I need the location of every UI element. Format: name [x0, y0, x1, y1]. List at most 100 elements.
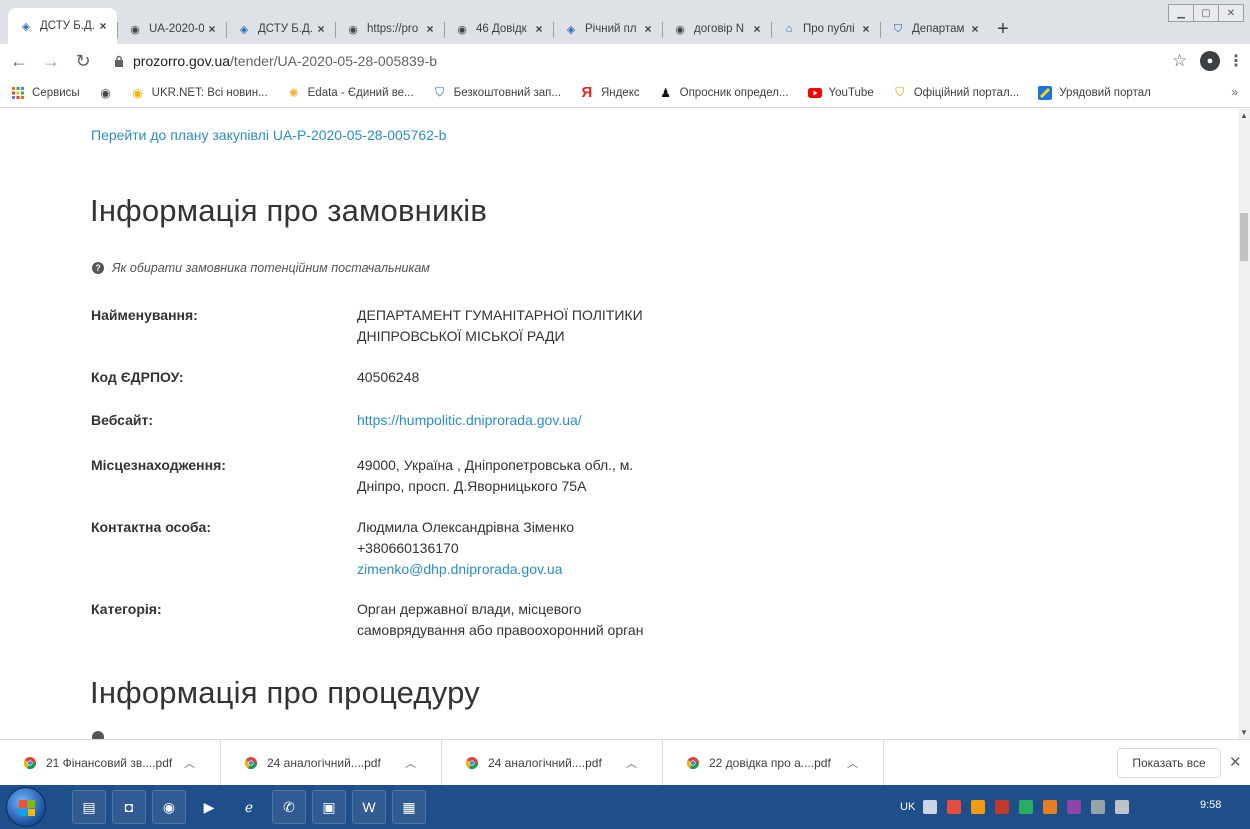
bookmark-edata[interactable]: ✺ Edata - Єдиний ве...	[286, 85, 414, 101]
row-label: Місцезнаходження:	[91, 457, 226, 473]
close-icon[interactable]: ×	[531, 22, 547, 36]
tab-3[interactable]: ◉ https://pro ×	[335, 14, 444, 44]
clock[interactable]: 9:58	[1200, 799, 1221, 811]
tab-title: 46 Довідк	[476, 23, 527, 35]
minimize-button[interactable]: ▁	[1168, 4, 1194, 22]
bookmark-globe[interactable]: ◉	[98, 85, 120, 101]
chrome-taskbar-icon[interactable]: ◉	[152, 790, 186, 824]
antivirus-icon[interactable]	[995, 800, 1010, 814]
window-close-button[interactable]: ✕	[1218, 4, 1244, 22]
bookmark-label: UKR.NET: Всі новин...	[151, 86, 268, 99]
media-player-icon[interactable]: ◘	[112, 790, 146, 824]
tab-2[interactable]: ◈ ДСТУ Б.Д.1 ×	[226, 14, 335, 44]
scroll-up-icon[interactable]: ▲	[1238, 111, 1250, 120]
close-icon[interactable]: ×	[204, 22, 220, 36]
chevron-up-icon[interactable]: ︿	[626, 755, 637, 771]
bookmark-label: Урядовий портал	[1059, 86, 1151, 99]
bookmark-star-icon[interactable]: ☆	[1172, 51, 1187, 71]
tab-4[interactable]: ◉ 46 Довідк ×	[444, 14, 553, 44]
back-icon[interactable]: ←	[6, 48, 32, 74]
menu-icon[interactable]: ⋮	[1228, 51, 1244, 71]
bookmark-yandex[interactable]: Я Яндекс	[579, 84, 640, 101]
chevron-up-icon[interactable]: ︿	[405, 755, 416, 771]
bookmark-services[interactable]: Сервисы	[10, 85, 80, 101]
ie-icon[interactable]: ℯ	[232, 790, 266, 824]
bookmark-ukrnet[interactable]: ◉ UKR.NET: Всі новин...	[130, 85, 268, 101]
scroll-down-icon[interactable]: ▼	[1238, 728, 1250, 737]
word-icon[interactable]: W	[352, 790, 386, 824]
app-grid-icon[interactable]: ▦	[392, 790, 426, 824]
volume-icon[interactable]	[1115, 800, 1130, 814]
bookmark-survey[interactable]: ♟ Опросник определ...	[658, 85, 788, 101]
more-bookmarks-icon[interactable]: »	[1231, 85, 1238, 99]
maximize-button[interactable]: ▢	[1193, 4, 1219, 22]
show-all-downloads-button[interactable]: Показать все	[1117, 748, 1221, 778]
close-icon[interactable]: ×	[858, 22, 874, 36]
window-controls: ▁ ▢ ✕	[1168, 4, 1244, 22]
close-icon[interactable]: ×	[967, 22, 983, 36]
row-value: Людмила Олександрівна Зіменко +380660136…	[357, 517, 697, 580]
bookmark-free-request[interactable]: ⛉ Безкоштовний зап...	[432, 85, 561, 101]
tab-title: https://pro	[367, 23, 419, 35]
explorer-icon[interactable]: ▤	[72, 790, 106, 824]
language-indicator[interactable]: UK	[900, 801, 915, 813]
tab-6[interactable]: ◉ договір N ×	[662, 14, 771, 44]
viber-icon[interactable]: ✆	[272, 790, 306, 824]
start-button[interactable]	[6, 787, 46, 827]
profile-avatar-icon[interactable]: ●	[1200, 51, 1220, 71]
tab-0[interactable]: ◈ ДСТУ Б.Д.1 ×	[8, 8, 117, 44]
scrollbar-thumb[interactable]	[1240, 213, 1248, 261]
close-icon[interactable]: ×	[749, 22, 765, 36]
page-scrollbar[interactable]: ▲ ▼	[1238, 109, 1250, 739]
system-tray: UK	[900, 785, 1250, 829]
forward-icon[interactable]: →	[38, 48, 64, 74]
tray-app-icon[interactable]	[971, 800, 986, 814]
download-item[interactable]: 22 довідка про а....pdf ︿	[663, 739, 884, 786]
tab-1[interactable]: ◉ UA-2020-0 ×	[117, 14, 226, 44]
close-icon[interactable]: ×	[422, 22, 438, 36]
tab-title: UA-2020-0	[149, 23, 204, 35]
contact-name: Людмила Олександрівна Зіменко	[357, 519, 575, 535]
reload-icon[interactable]: ↻	[70, 48, 96, 74]
new-tab-button[interactable]: +	[989, 14, 1017, 44]
trident-icon: ⛉	[895, 85, 905, 99]
tray-app-icon[interactable]	[1043, 800, 1058, 814]
close-icon[interactable]: ×	[640, 22, 656, 36]
bookmark-official-portal[interactable]: ⛉ Офіційний портал...	[892, 85, 1019, 101]
website-link[interactable]: https://humpolitic.dniprorada.gov.ua/	[357, 410, 697, 431]
tab-title: Департам	[912, 23, 965, 35]
apps-grid-icon	[10, 85, 26, 101]
value-line: Орган державної влади, місцевого	[357, 601, 582, 617]
tray-app-icon[interactable]	[947, 800, 962, 814]
row-label: Код ЄДРПОУ:	[91, 369, 184, 385]
chevron-up-icon[interactable]: ︿	[847, 755, 858, 771]
network-icon[interactable]	[1091, 800, 1106, 814]
close-icon[interactable]: ×	[313, 22, 329, 36]
tray-app-icon[interactable]	[1019, 800, 1034, 814]
customers-hint[interactable]: ? Як обирати замовника потенційним поста…	[92, 261, 430, 275]
tab-5[interactable]: ◈ Річний пл ×	[553, 14, 662, 44]
app-icon[interactable]: ▣	[312, 790, 346, 824]
download-item[interactable]: 21 Фінансовий зв....pdf ︿	[0, 739, 221, 786]
download-item[interactable]: 24 аналогічний....pdf ︿	[442, 739, 663, 786]
windows-logo-icon	[19, 800, 35, 816]
tray-app-icon[interactable]	[1067, 800, 1082, 814]
ukrnet-icon: ◉	[132, 85, 143, 100]
tab-7[interactable]: ⌂ Про публі ×	[771, 14, 880, 44]
close-icon[interactable]: ×	[95, 19, 111, 33]
close-icon[interactable]: ✕	[1229, 753, 1242, 771]
question-icon	[92, 731, 104, 739]
address-bar[interactable]: prozorro.gov.ua/tender/UA-2020-05-28-005…	[113, 48, 1193, 74]
bookmarks-bar: Сервисы ◉ ◉ UKR.NET: Всі новин... ✺ Edat…	[0, 78, 1250, 108]
contact-email-link[interactable]: zimenko@dhp.dniprorada.gov.ua	[357, 559, 697, 580]
play-icon[interactable]: ▶	[192, 790, 226, 824]
download-item[interactable]: 24 аналогічний....pdf ︿	[221, 739, 442, 786]
plan-link[interactable]: Перейти до плану закупівлі UA-P-2020-05-…	[91, 127, 446, 143]
tab-title: договір N	[694, 23, 745, 35]
bookmark-gov-portal[interactable]: Урядовий портал	[1037, 85, 1151, 101]
bookmark-label: YouTube	[828, 86, 874, 99]
bookmark-youtube[interactable]: YouTube	[807, 85, 874, 101]
tab-8[interactable]: ⛉ Департам ×	[880, 14, 989, 44]
chevron-up-icon[interactable]: ︿	[184, 755, 195, 771]
bookmark-label: Сервисы	[32, 86, 80, 99]
